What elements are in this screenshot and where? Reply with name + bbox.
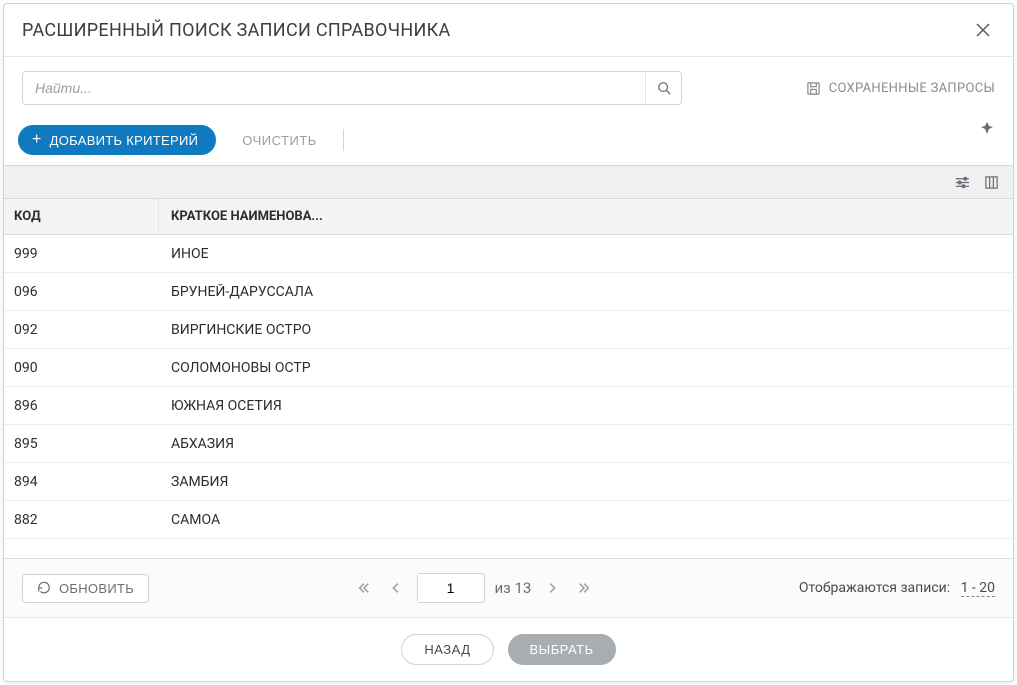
pager: ОБНОВИТЬ из 13 Отображаются записи: 1 - … [4, 558, 1013, 617]
search-input[interactable] [23, 72, 645, 104]
last-page-button[interactable] [573, 577, 595, 599]
modal-title: РАСШИРЕННЫЙ ПОИСК ЗАПИСИ СПРАВОЧНИКА [22, 20, 451, 41]
chevrons-left-icon [357, 581, 371, 595]
prev-page-button[interactable] [385, 577, 407, 599]
pager-controls: из 13 [353, 573, 596, 603]
page-input[interactable] [417, 573, 485, 603]
pager-info: Отображаются записи: 1 - 20 [799, 580, 995, 596]
table-row[interactable]: 092ВИРГИНСКИЕ ОСТРО [4, 311, 1013, 349]
search-submit-button[interactable] [645, 72, 681, 104]
table-row[interactable]: 096БРУНЕЙ-ДАРУССАЛА [4, 273, 1013, 311]
close-icon [975, 22, 991, 38]
chevron-left-icon [389, 581, 403, 595]
cell-name: САМОА [159, 512, 1013, 528]
column-header-name[interactable]: КРАТКОЕ НАИМЕНОВА... [159, 199, 1013, 234]
cell-code: 092 [4, 322, 159, 338]
page-total-label: из 13 [495, 579, 532, 597]
cell-code: 894 [4, 474, 159, 490]
table-row[interactable]: 090СОЛОМОНОВЫ ОСТР [4, 349, 1013, 387]
modal-footer: НАЗАД ВЫБРАТЬ [4, 617, 1013, 681]
criteria-bar: + ДОБАВИТЬ КРИТЕРИЙ ОЧИСТИТЬ [4, 119, 1013, 165]
cell-name: АБХАЗИЯ [159, 436, 1013, 452]
first-page-button[interactable] [353, 577, 375, 599]
sliders-icon [955, 175, 970, 190]
table-header: КОД КРАТКОЕ НАИМЕНОВА... [4, 199, 1013, 235]
saved-queries-button[interactable]: СОХРАНЕННЫЕ ЗАПРОСЫ [806, 81, 995, 96]
plus-icon: + [32, 132, 42, 148]
table-row[interactable]: 999ИНОЕ [4, 235, 1013, 273]
clear-button[interactable]: ОЧИСТИТЬ [232, 127, 327, 154]
pager-info-prefix: Отображаются записи: [799, 580, 950, 596]
columns-settings-button[interactable] [984, 175, 999, 190]
refresh-button[interactable]: ОБНОВИТЬ [22, 574, 149, 603]
refresh-icon [37, 581, 51, 595]
cell-name: ЗАМБИЯ [159, 474, 1013, 490]
cell-name: ВИРГИНСКИЕ ОСТРО [159, 322, 1013, 338]
table-row[interactable]: 894ЗАМБИЯ [4, 463, 1013, 501]
chevrons-right-icon [577, 581, 591, 595]
table-toolbar [4, 165, 1013, 199]
pin-button[interactable] [981, 119, 993, 138]
cell-code: 096 [4, 284, 159, 300]
add-criteria-label: ДОБАВИТЬ КРИТЕРИЙ [50, 133, 199, 148]
refresh-label: ОБНОВИТЬ [59, 581, 134, 596]
modal-dialog: РАСШИРЕННЫЙ ПОИСК ЗАПИСИ СПРАВОЧНИКА СОХ… [3, 3, 1014, 682]
cell-name: СОЛОМОНОВЫ ОСТР [159, 360, 1013, 376]
table-row[interactable]: 896ЮЖНАЯ ОСЕТИЯ [4, 387, 1013, 425]
cell-code: 999 [4, 246, 159, 262]
saved-queries-label: СОХРАНЕННЫЕ ЗАПРОСЫ [829, 81, 995, 96]
pin-icon [981, 122, 993, 134]
modal-header: РАСШИРЕННЫЙ ПОИСК ЗАПИСИ СПРАВОЧНИКА [4, 4, 1013, 57]
table-row[interactable]: 882САМОА [4, 501, 1013, 539]
chevron-right-icon [545, 581, 559, 595]
divider [343, 129, 344, 151]
cell-code: 882 [4, 512, 159, 528]
cell-code: 090 [4, 360, 159, 376]
columns-icon [984, 175, 999, 190]
column-header-code[interactable]: КОД [4, 199, 159, 234]
close-button[interactable] [971, 18, 995, 42]
next-page-button[interactable] [541, 577, 563, 599]
select-button[interactable]: ВЫБРАТЬ [508, 634, 616, 665]
add-criteria-button[interactable]: + ДОБАВИТЬ КРИТЕРИЙ [18, 125, 216, 155]
cell-code: 896 [4, 398, 159, 414]
search-input-wrap [22, 71, 682, 105]
table-row[interactable]: 895АБХАЗИЯ [4, 425, 1013, 463]
cell-name: ИНОЕ [159, 246, 1013, 262]
cell-name: ЮЖНАЯ ОСЕТИЯ [159, 398, 1013, 414]
pager-info-range[interactable]: 1 - 20 [961, 580, 995, 597]
back-button[interactable]: НАЗАД [401, 634, 493, 665]
search-icon [657, 81, 671, 95]
cell-code: 895 [4, 436, 159, 452]
search-bar: СОХРАНЕННЫЕ ЗАПРОСЫ [4, 57, 1013, 119]
table-body[interactable]: 999ИНОЕ 096БРУНЕЙ-ДАРУССАЛА 092ВИРГИНСКИ… [4, 235, 1013, 558]
save-icon [806, 81, 821, 96]
filter-settings-button[interactable] [955, 175, 970, 190]
cell-name: БРУНЕЙ-ДАРУССАЛА [159, 284, 1013, 300]
